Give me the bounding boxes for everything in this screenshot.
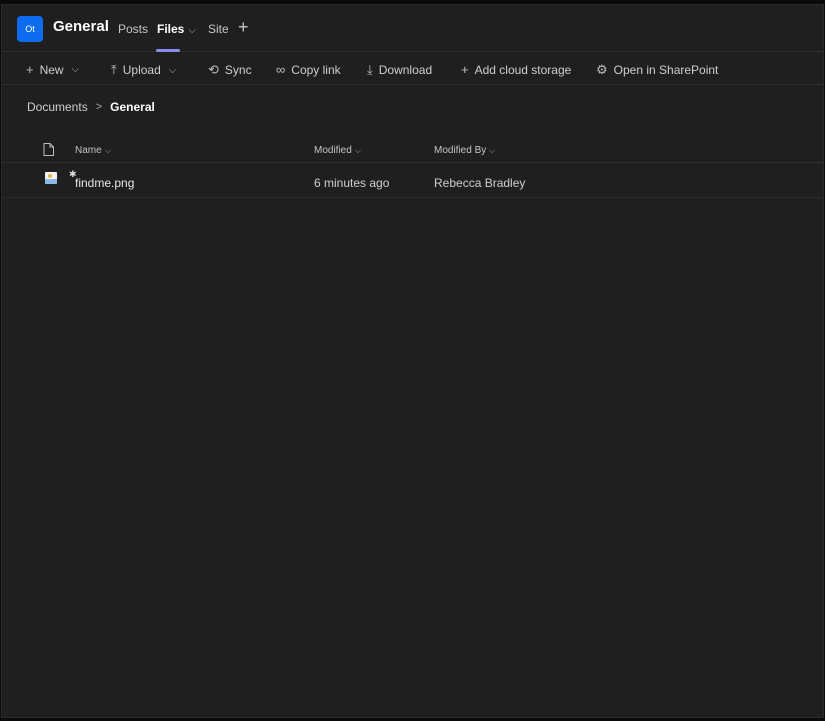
chevron-right-icon: > [95, 101, 103, 113]
add-tab-button[interactable]: + [238, 17, 249, 38]
tab-site[interactable]: Site [208, 22, 229, 36]
breadcrumb: Documents > General [27, 100, 155, 114]
teams-files-window: Ot General Posts Files ⌵ Site + + New ⌵ ⤒… [1, 4, 824, 718]
column-name-label: Name [75, 145, 102, 156]
open-in-sharepoint-label: Open in SharePoint [613, 63, 719, 77]
chevron-down-icon: ⌵ [71, 64, 80, 75]
upload-label: Upload [122, 63, 161, 77]
sync-button[interactable]: ⟲ Sync [208, 62, 252, 78]
download-icon: ⤓ [367, 62, 373, 77]
image-file-icon [45, 172, 57, 184]
column-modified-by[interactable]: Modified By ⌵ [434, 145, 495, 156]
chevron-down-icon: ⌵ [104, 146, 111, 155]
breadcrumb-documents[interactable]: Documents [27, 100, 88, 114]
breadcrumb-general: General [110, 100, 155, 114]
chevron-down-icon: ⌵ [354, 146, 361, 155]
new-label: New [39, 62, 64, 77]
plus-icon: + [26, 62, 34, 77]
tab-posts[interactable]: Posts [118, 22, 148, 36]
plus-icon: + [461, 62, 469, 77]
copy-link-label: Copy link [291, 62, 341, 77]
download-button[interactable]: ⤓ Download [367, 62, 432, 78]
upload-button[interactable]: ⤒ Upload ⌵ [111, 62, 176, 78]
file-modified-by: Rebecca Bradley [434, 176, 526, 190]
tab-files[interactable]: Files ⌵ [157, 22, 196, 36]
chevron-down-icon: ⌵ [168, 64, 177, 76]
sync-label: Sync [224, 63, 252, 77]
column-modified[interactable]: Modified ⌵ [314, 145, 361, 156]
column-name[interactable]: Name ⌵ [75, 145, 111, 156]
sharepoint-icon: ⚙ [596, 62, 608, 77]
chevron-down-icon: ⌵ [489, 146, 496, 155]
command-bar: + New ⌵ ⤒ Upload ⌵ ⟲ Sync ∞ Copy link ⤓ … [2, 53, 823, 85]
team-avatar[interactable]: Ot [17, 16, 43, 42]
add-cloud-storage-button[interactable]: + Add cloud storage [461, 62, 571, 77]
add-cloud-storage-label: Add cloud storage [474, 62, 572, 77]
open-in-sharepoint-button[interactable]: ⚙ Open in SharePoint [596, 62, 718, 78]
column-modified-by-label: Modified By [434, 145, 487, 156]
link-icon: ∞ [276, 62, 286, 77]
active-tab-indicator [156, 49, 180, 52]
file-name[interactable]: findme.png [75, 176, 134, 190]
copy-link-button[interactable]: ∞ Copy link [276, 62, 341, 77]
table-row[interactable]: ✱ findme.png 6 minutes ago Rebecca Bradl… [2, 164, 823, 198]
chevron-down-icon[interactable]: ⌵ [188, 25, 196, 36]
download-label: Download [378, 63, 433, 77]
upload-icon: ⤒ [111, 62, 117, 77]
file-modified: 6 minutes ago [314, 176, 390, 190]
tab-files-label: Files [157, 22, 185, 36]
channel-header: Ot General Posts Files ⌵ Site + [2, 5, 823, 52]
column-modified-label: Modified [314, 145, 352, 156]
channel-title: General [53, 18, 109, 35]
column-header-row: Name ⌵ Modified ⌵ Modified By ⌵ [2, 143, 823, 163]
file-type-icon[interactable] [43, 143, 54, 156]
new-button[interactable]: + New ⌵ [26, 62, 79, 77]
sync-icon: ⟲ [208, 62, 219, 77]
